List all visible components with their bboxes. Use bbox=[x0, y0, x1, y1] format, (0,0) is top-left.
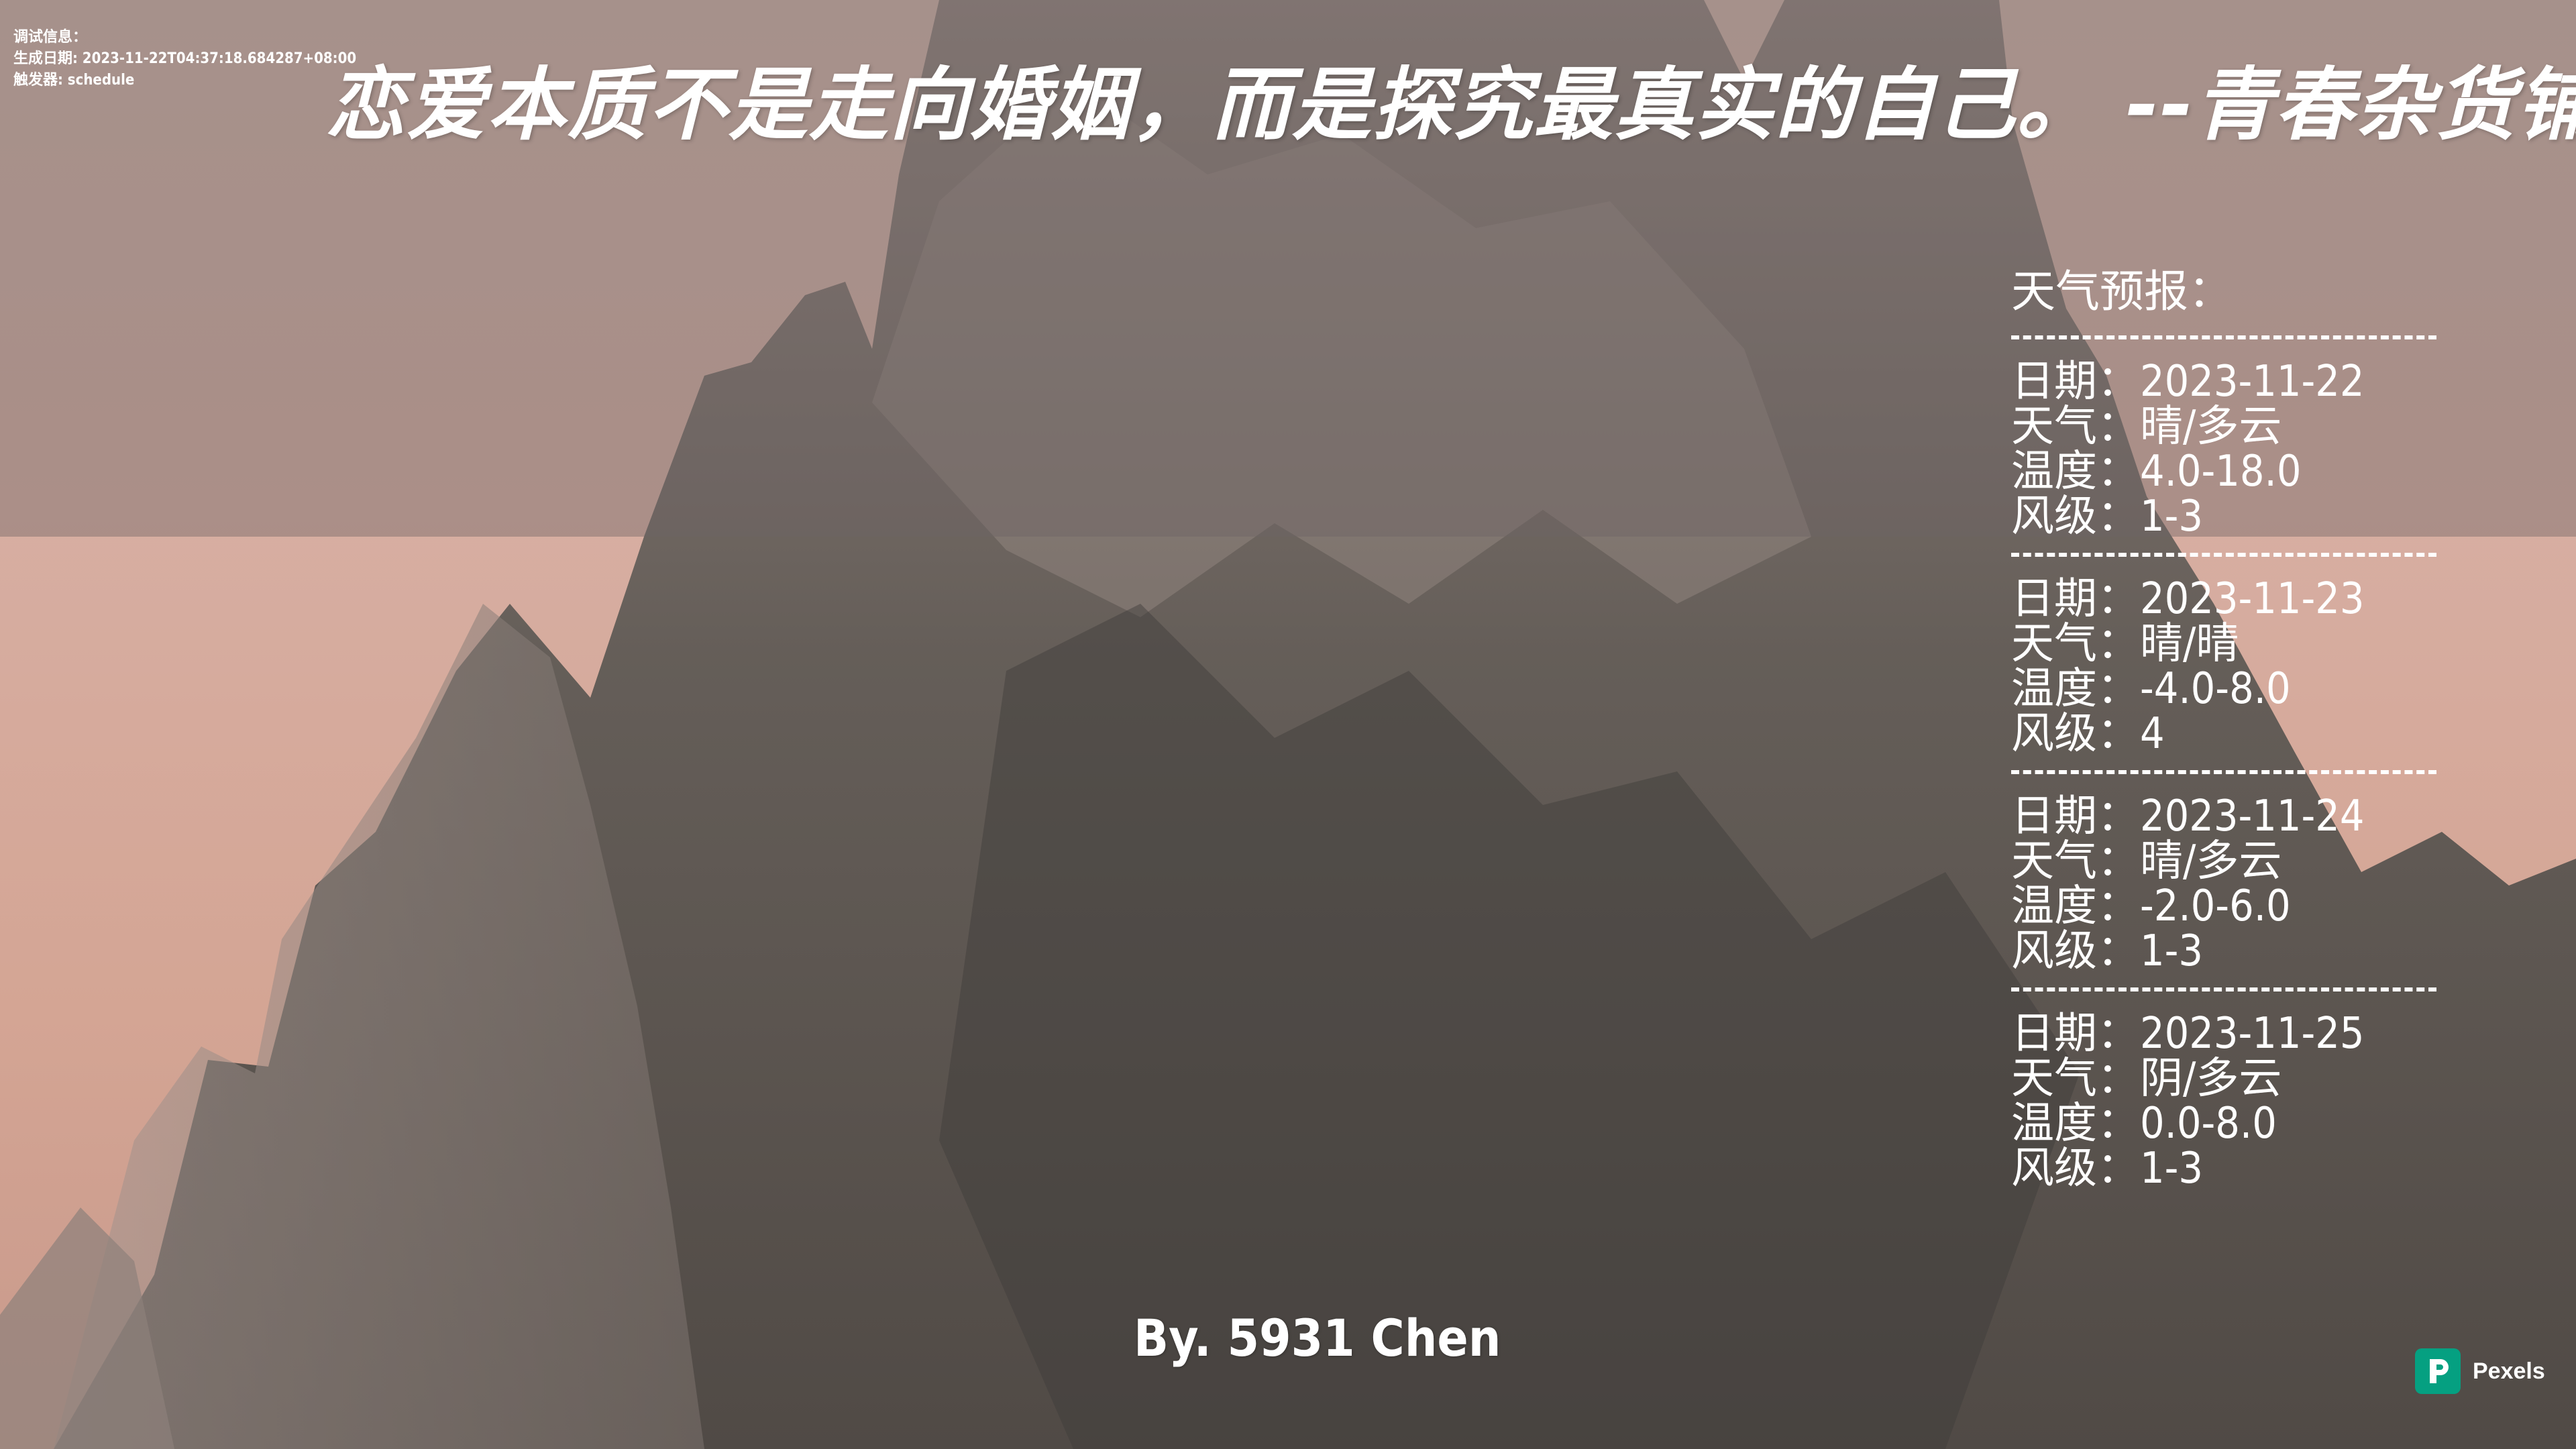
pexels-name: Pexels bbox=[2473, 1358, 2545, 1384]
debug-info: 调试信息： 生成日期: 2023-11-22T04:37:18.684287+0… bbox=[13, 27, 356, 91]
forecast-date: 日期：2023-11-22 bbox=[2011, 357, 2365, 407]
forecast-wind: 风级：1-3 bbox=[2011, 926, 2204, 976]
forecast-day: 日期：2023-11-25 天气：阴/多云 温度：0.0-8.0 风级：1-3 bbox=[2011, 1012, 2440, 1191]
forecast-temperature: 温度：-2.0-6.0 bbox=[2011, 881, 2291, 931]
debug-generated-date: 生成日期: 2023-11-22T04:37:18.684287+08:00 bbox=[13, 50, 357, 67]
forecast-weather: 天气：晴/多云 bbox=[2011, 402, 2282, 451]
pexels-watermark: Pexels bbox=[2415, 1348, 2545, 1394]
forecast-temperature: 温度：4.0-18.0 bbox=[2011, 447, 2302, 496]
desktop-wallpaper: 调试信息： 生成日期: 2023-11-22T04:37:18.684287+0… bbox=[0, 0, 2576, 1449]
debug-title: 调试信息： bbox=[13, 29, 88, 46]
divider bbox=[2011, 770, 2436, 774]
debug-trigger: 触发器: schedule bbox=[13, 72, 135, 89]
forecast-wind: 风级：1-3 bbox=[2011, 1144, 2204, 1193]
forecast-date: 日期：2023-11-23 bbox=[2011, 574, 2365, 624]
forecast-weather: 天气：晴/多云 bbox=[2011, 837, 2282, 886]
forecast-day: 日期：2023-11-23 天气：晴/晴 温度：-4.0-8.0 风级：4 bbox=[2011, 577, 2440, 757]
weather-title: 天气预报： bbox=[2011, 266, 2233, 317]
forecast-temperature: 温度：0.0-8.0 bbox=[2011, 1099, 2277, 1148]
divider bbox=[2011, 987, 2436, 991]
forecast-wind: 风级：4 bbox=[2011, 709, 2165, 759]
quote-text: 恋爱本质不是走向婚姻，而是探究最真实的自己。 --青春杂货铺 bbox=[326, 58, 2576, 151]
author-credit: By. 5931 Chen bbox=[1134, 1308, 1501, 1368]
weather-forecast-panel: 天气预报： 日期：2023-11-22 天气：晴/多云 温度：4.0-18.0 … bbox=[2011, 262, 2440, 1191]
pexels-logo-icon bbox=[2415, 1348, 2461, 1394]
forecast-weather: 天气：阴/多云 bbox=[2011, 1054, 2282, 1104]
forecast-wind: 风级：1-3 bbox=[2011, 492, 2204, 541]
divider bbox=[2011, 335, 2436, 339]
forecast-date: 日期：2023-11-25 bbox=[2011, 1009, 2365, 1059]
forecast-weather: 天气：晴/晴 bbox=[2011, 619, 2239, 669]
forecast-day: 日期：2023-11-24 天气：晴/多云 温度：-2.0-6.0 风级：1-3 bbox=[2011, 794, 2440, 974]
divider bbox=[2011, 553, 2436, 557]
forecast-temperature: 温度：-4.0-8.0 bbox=[2011, 664, 2291, 714]
forecast-date: 日期：2023-11-24 bbox=[2011, 792, 2365, 841]
forecast-day: 日期：2023-11-22 天气：晴/多云 温度：4.0-18.0 风级：1-3 bbox=[2011, 360, 2440, 539]
